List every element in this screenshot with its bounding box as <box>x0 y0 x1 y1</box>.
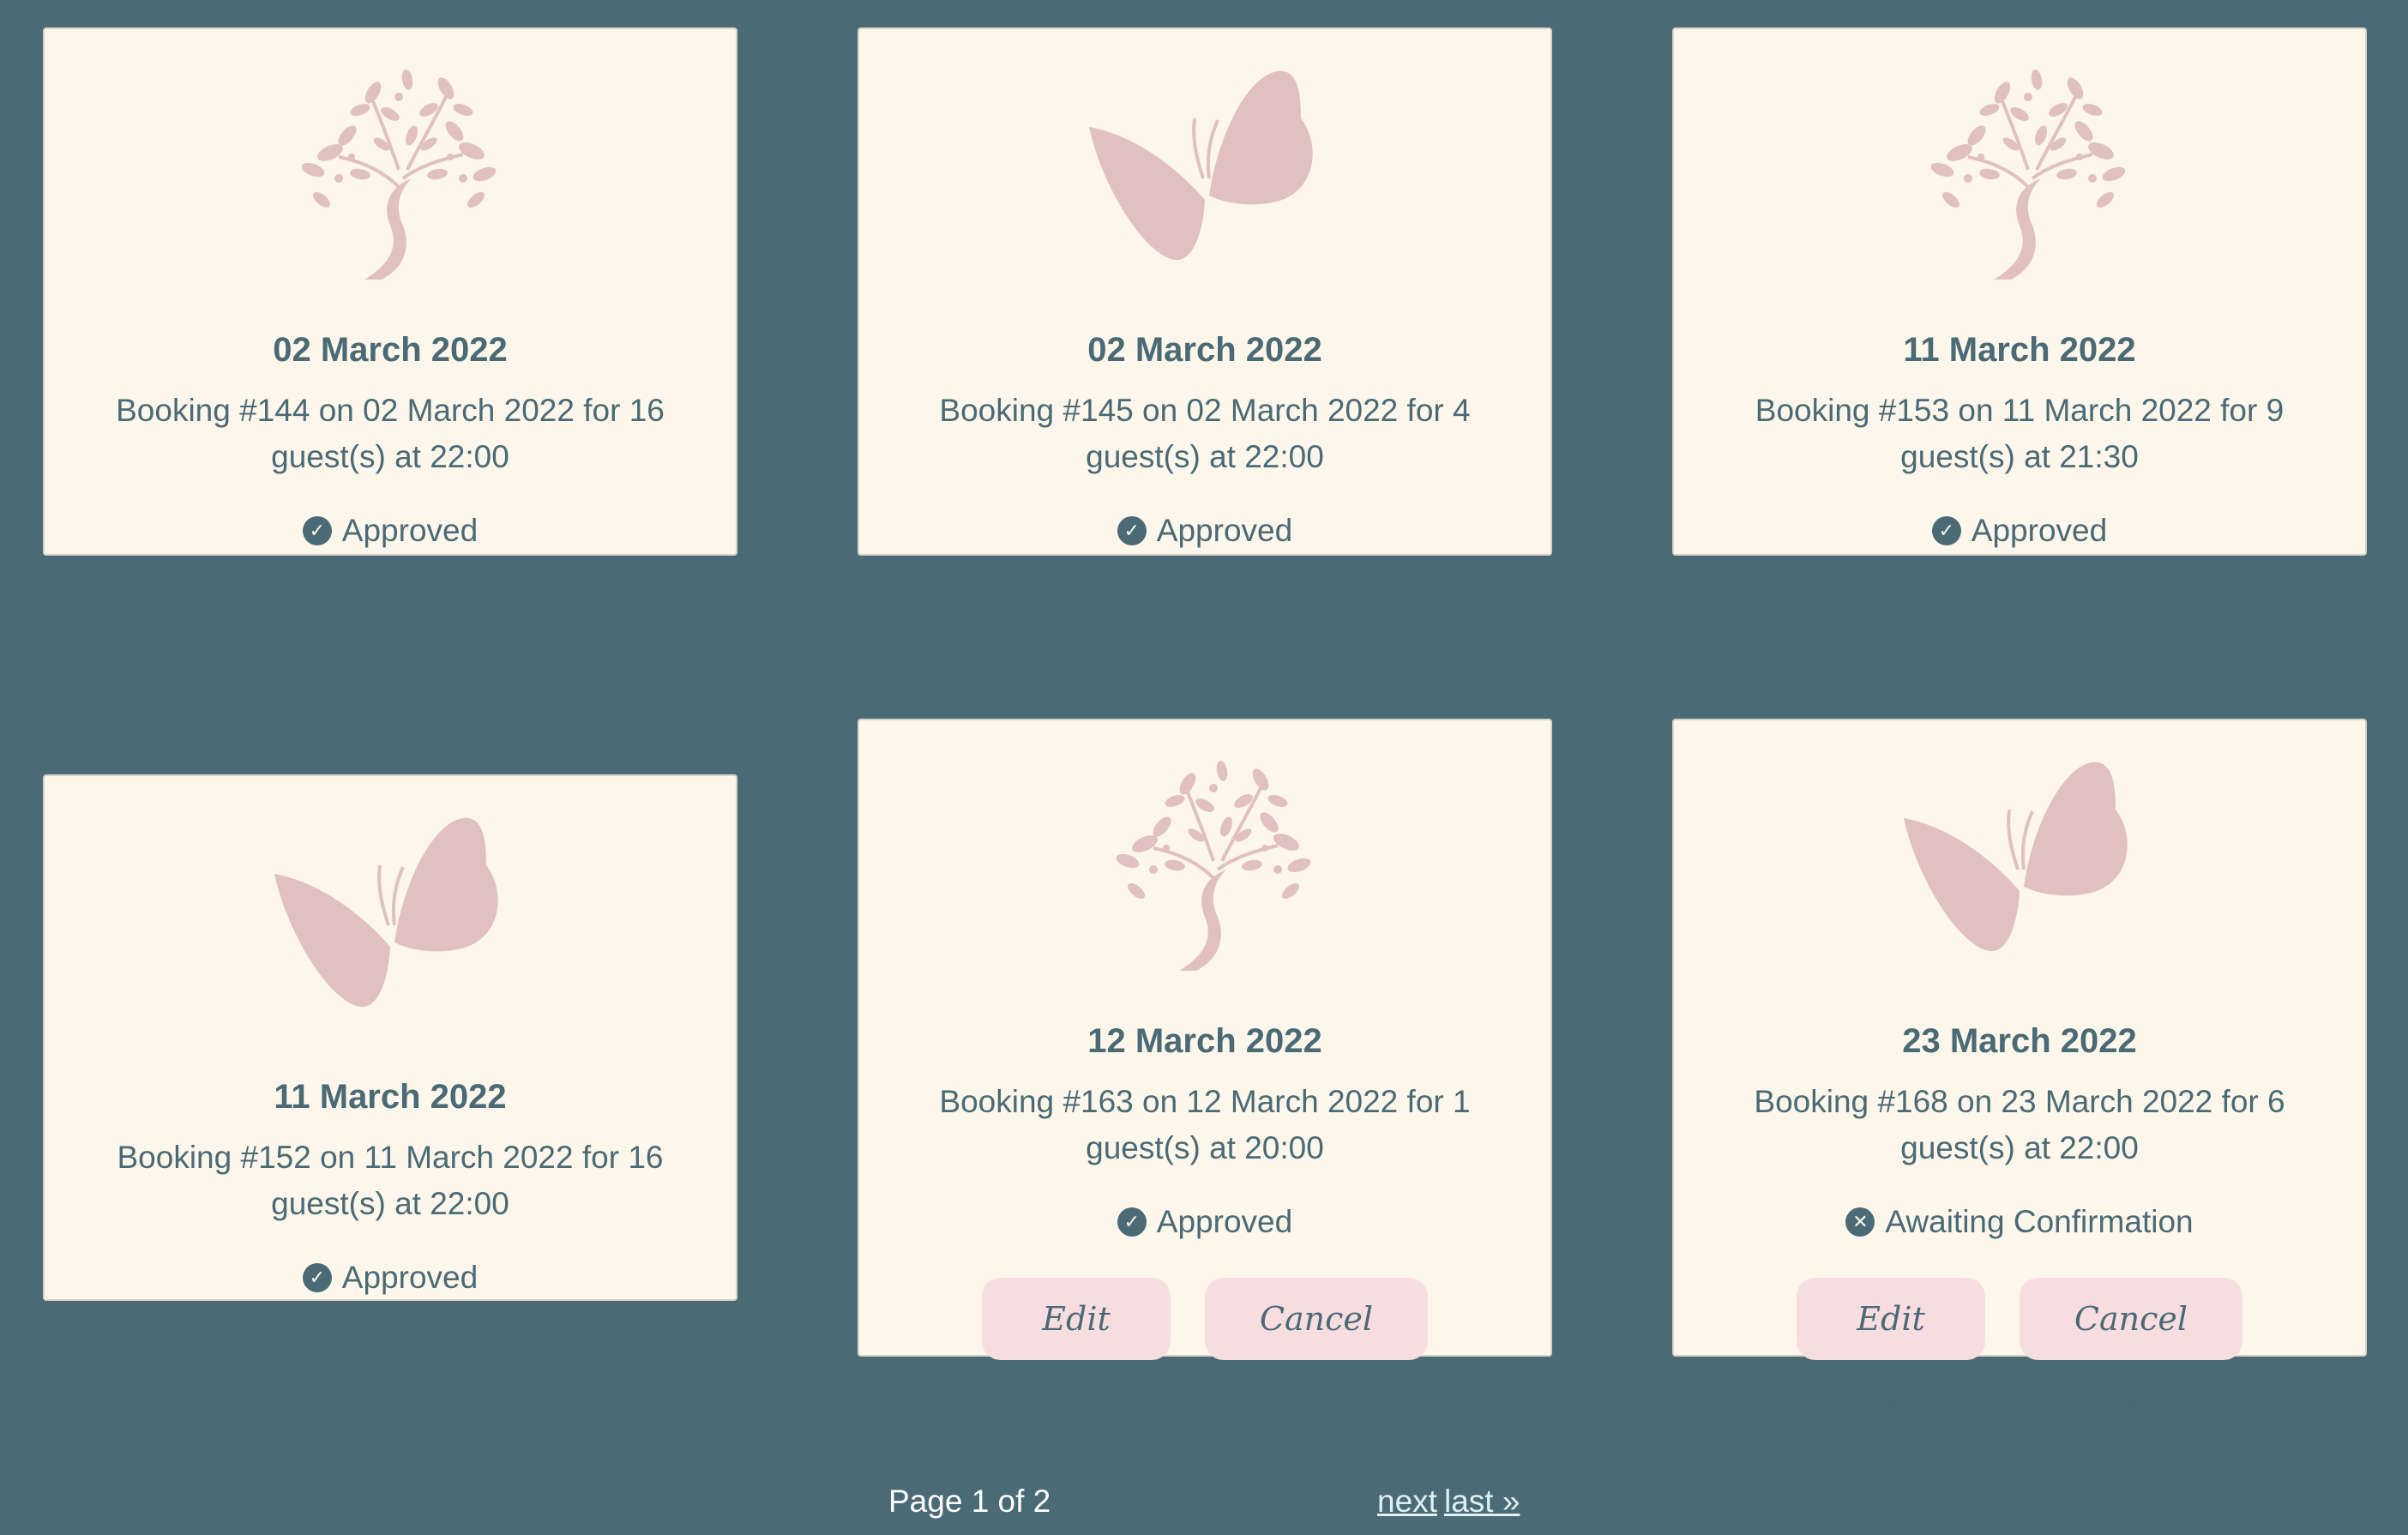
check-circle-icon: ✓ <box>1117 1207 1147 1237</box>
booking-status: ✓ Approved <box>859 1201 1550 1243</box>
check-circle-icon: ✓ <box>302 516 332 545</box>
booking-date: 11 March 2022 <box>274 1078 507 1116</box>
booking-actions: Edit Booking Cancel Booking <box>859 1278 1550 1420</box>
x-circle-icon: ✕ <box>1845 1207 1875 1237</box>
booking-status: ✕ Awaiting Confirmation <box>1674 1201 2365 1243</box>
butterfly-icon <box>1076 50 1333 281</box>
edit-booking-button[interactable]: Edit Booking <box>1797 1278 1985 1420</box>
booking-description: Booking #145 on 02 March 2022 for 4 gues… <box>939 393 1471 474</box>
status-label: Approved <box>341 1260 479 1295</box>
booking-status: ✓ Approved <box>859 509 1550 552</box>
pagination-last-link[interactable]: last » <box>1444 1480 1520 1523</box>
booking-card: 02 March 2022 Booking #144 on 02 March 2… <box>43 27 737 556</box>
booking-card: 11 March 2022 Booking #153 on 11 March 2… <box>1672 27 2367 556</box>
booking-date: 02 March 2022 <box>273 331 508 369</box>
butterfly-icon <box>1891 741 2148 972</box>
tree-icon <box>1076 741 1333 972</box>
booking-card: 12 March 2022 Booking #163 on 12 March 2… <box>858 719 1552 1420</box>
booking-date: 02 March 2022 <box>1087 331 1322 369</box>
status-label: Approved <box>1156 513 1293 548</box>
cancel-booking-button[interactable]: Cancel Booking <box>1205 1278 1428 1420</box>
booking-description: Booking #153 on 11 March 2022 for 9 gues… <box>1755 393 2285 474</box>
status-label: Approved <box>1971 513 2108 548</box>
check-circle-icon: ✓ <box>1117 516 1147 545</box>
booking-description: Booking #152 on 11 March 2022 for 16 gue… <box>117 1140 664 1221</box>
booking-status: ✓ Approved <box>45 1256 736 1299</box>
booking-card: 02 March 2022 Booking #145 on 02 March 2… <box>858 27 1552 556</box>
booking-description: Booking #163 on 12 March 2022 for 1 gues… <box>939 1084 1471 1165</box>
status-label: Approved <box>1156 1204 1293 1239</box>
status-label: Awaiting Confirmation <box>1885 1204 2194 1239</box>
check-circle-icon: ✓ <box>1931 516 1961 545</box>
tree-icon <box>1891 50 2148 281</box>
booking-date: 23 March 2022 <box>1902 1022 2137 1060</box>
tree-icon <box>262 50 519 281</box>
booking-description: Booking #168 on 23 March 2022 for 6 gues… <box>1754 1084 2285 1165</box>
pagination-next-link[interactable]: next <box>1377 1480 1437 1523</box>
booking-date: 12 March 2022 <box>1087 1022 1322 1060</box>
booking-status: ✓ Approved <box>45 509 736 552</box>
pagination-page-info: Page 1 of 2 <box>888 1484 1051 1519</box>
check-circle-icon: ✓ <box>302 1263 332 1292</box>
booking-actions: Edit Booking Cancel Booking <box>1674 1278 2365 1420</box>
butterfly-icon <box>262 797 519 1028</box>
booking-card: 11 March 2022 Booking #152 on 11 March 2… <box>43 774 737 1301</box>
cancel-booking-button[interactable]: Cancel Booking <box>2020 1278 2242 1420</box>
status-label: Approved <box>341 513 479 548</box>
booking-date: 11 March 2022 <box>1903 331 2136 369</box>
booking-card: 23 March 2022 Booking #168 on 23 March 2… <box>1672 719 2367 1420</box>
booking-status: ✓ Approved <box>1674 509 2365 552</box>
edit-booking-button[interactable]: Edit Booking <box>982 1278 1171 1420</box>
booking-description: Booking #144 on 02 March 2022 for 16 gue… <box>116 393 665 474</box>
